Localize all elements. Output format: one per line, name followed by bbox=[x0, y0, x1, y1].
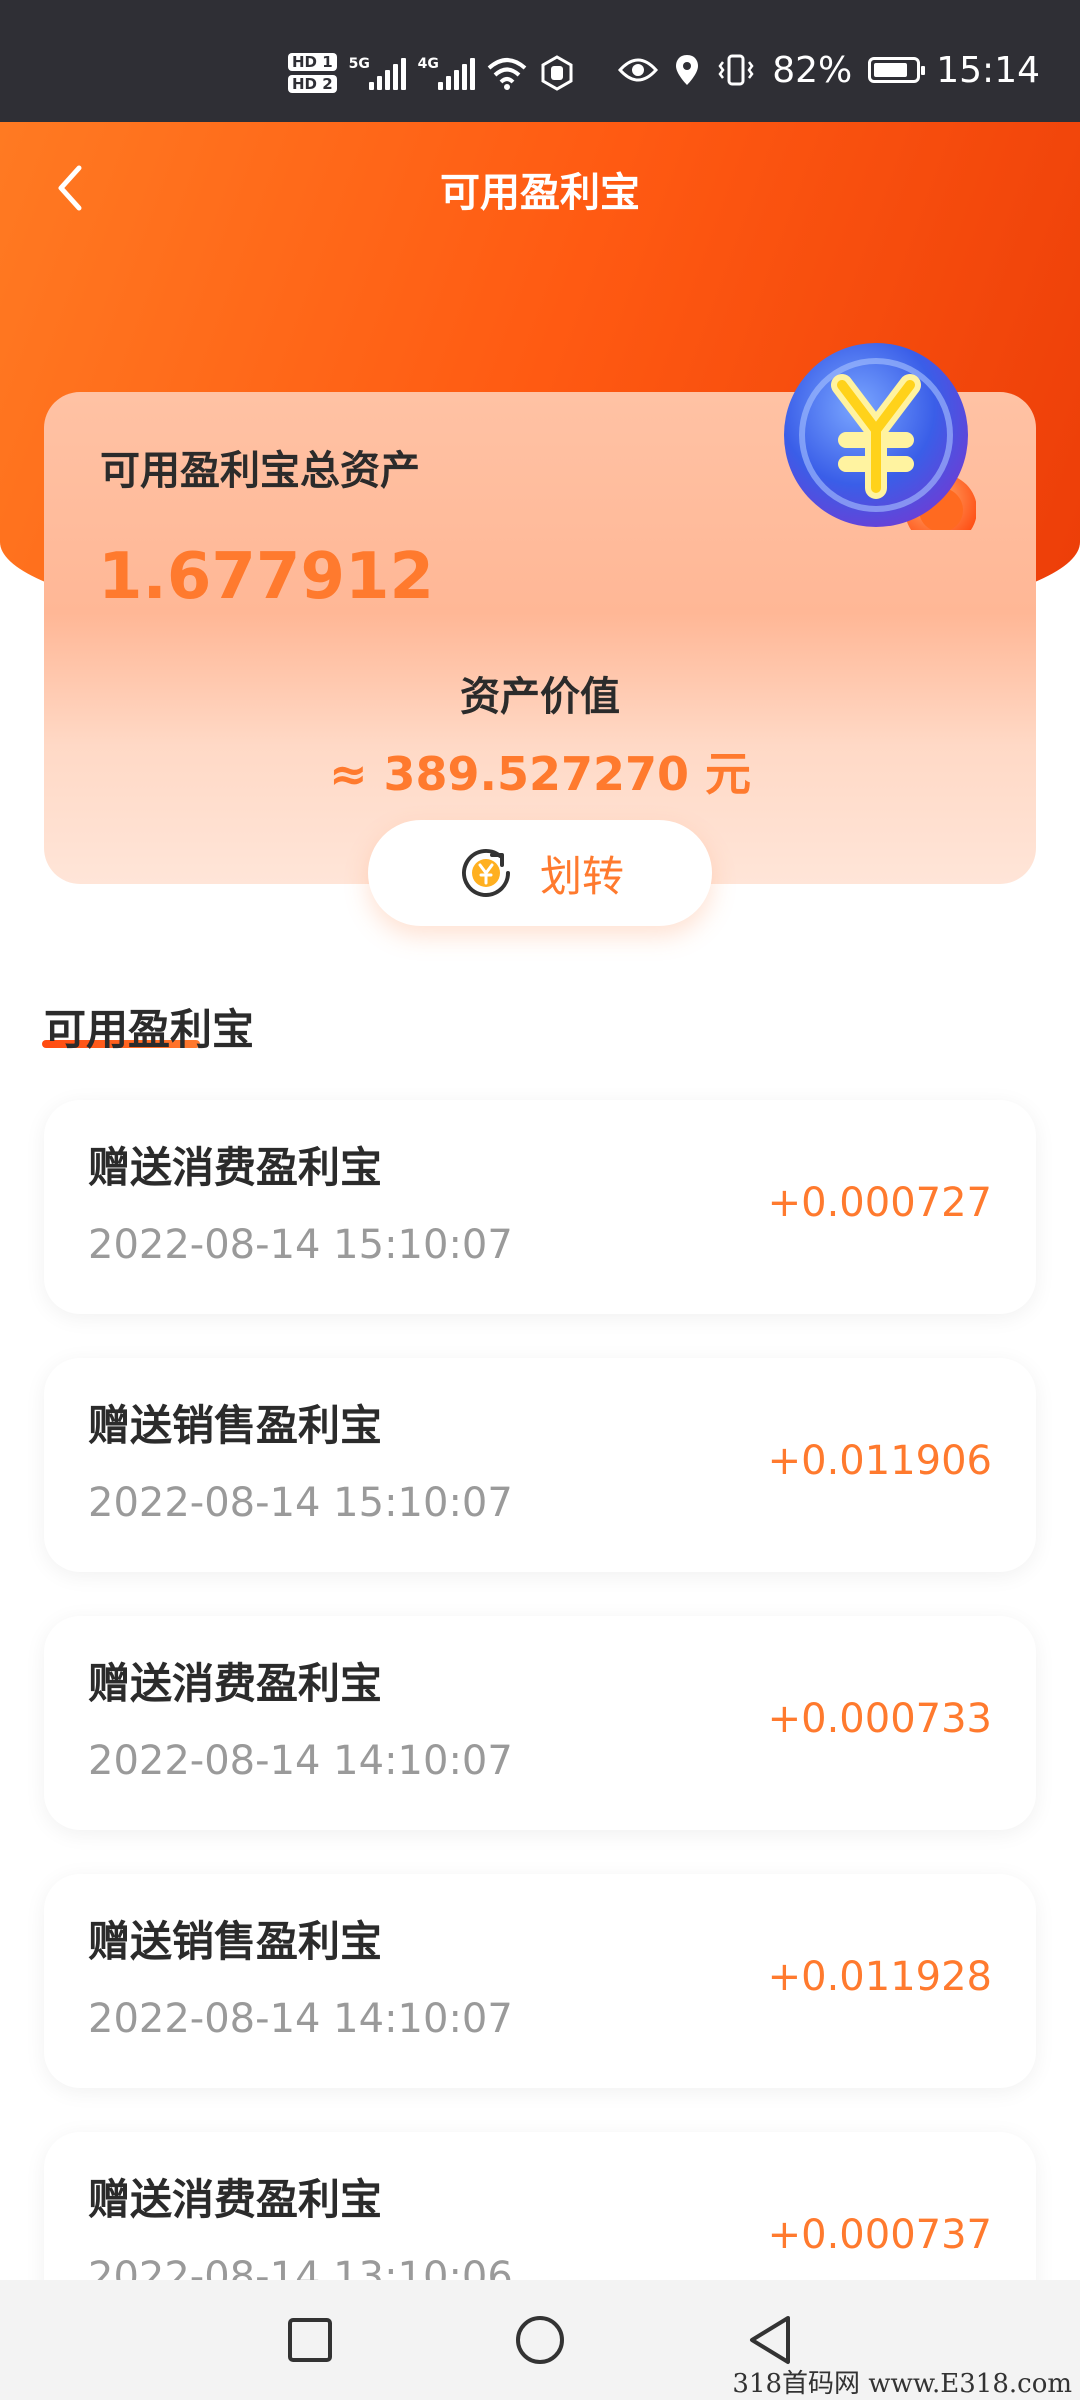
signal-5g-icon: 5G bbox=[349, 56, 406, 90]
status-left: HD 1 HD 2 5G 4G bbox=[288, 48, 575, 98]
record-time: 2022-08-14 14:10:07 bbox=[88, 1738, 513, 1784]
asset-value-amount: ≈ 389.527270 元 bbox=[328, 747, 752, 801]
eye-icon bbox=[618, 58, 659, 82]
record-amount: +0.011928 bbox=[767, 1954, 992, 2000]
home-button[interactable] bbox=[506, 2306, 574, 2374]
list-item[interactable]: 赠送销售盈利宝 2022-08-14 15:10:07 +0.011906 bbox=[44, 1358, 1036, 1572]
record-time: 2022-08-14 14:10:07 bbox=[88, 1996, 513, 2042]
record-time: 2022-08-14 15:10:07 bbox=[88, 1480, 513, 1526]
net1-label: 5G bbox=[348, 56, 370, 72]
circle-icon bbox=[516, 2316, 564, 2364]
wifi-icon bbox=[487, 58, 526, 90]
record-title: 赠送消费盈利宝 bbox=[88, 1143, 383, 1192]
record-amount: +0.000727 bbox=[767, 1180, 992, 1226]
hd2-badge: HD 2 bbox=[288, 75, 337, 93]
record-title: 赠送销售盈利宝 bbox=[88, 1401, 383, 1450]
status-time: 15:14 bbox=[936, 49, 1040, 91]
watermark-text: 318首码网 www.E318.com bbox=[732, 2369, 1072, 2399]
signal-4g-icon: 4G bbox=[418, 56, 475, 90]
battery-fill bbox=[874, 63, 908, 77]
hand-icon bbox=[541, 55, 573, 91]
record-title: 赠送消费盈利宝 bbox=[88, 2175, 383, 2224]
battery-percent: 82% bbox=[772, 49, 853, 91]
record-title: 赠送销售盈利宝 bbox=[88, 1917, 383, 1966]
record-time: 2022-08-14 15:10:07 bbox=[88, 1222, 513, 1268]
asset-value-label: 资产价值 bbox=[460, 674, 620, 720]
recent-apps-button[interactable] bbox=[276, 2306, 344, 2374]
square-icon bbox=[288, 2318, 332, 2362]
yuan-coin-icon bbox=[784, 343, 976, 530]
status-right: 82% 15:14 bbox=[618, 40, 1040, 100]
record-amount: +0.000737 bbox=[767, 2212, 992, 2258]
record-title: 赠送消费盈利宝 bbox=[88, 1659, 383, 1708]
location-icon bbox=[676, 55, 699, 85]
vibrate-icon bbox=[718, 54, 754, 86]
triangle-back-icon bbox=[750, 2316, 790, 2364]
total-asset-amount: 1.677912 bbox=[98, 540, 435, 614]
net2-label: 4G bbox=[417, 56, 439, 72]
transfer-button[interactable]: 划转 bbox=[368, 820, 712, 926]
yuan-transfer-icon bbox=[461, 848, 510, 897]
hd1-badge: HD 1 bbox=[288, 53, 337, 71]
list-item[interactable]: 赠送消费盈利宝 2022-08-14 14:10:07 +0.000733 bbox=[44, 1616, 1036, 1830]
list-item[interactable]: 赠送消费盈利宝 2022-08-14 15:10:07 +0.000727 bbox=[44, 1100, 1036, 1314]
system-nav-bar: 318首码网 www.E318.com bbox=[0, 2280, 1080, 2400]
battery-icon bbox=[868, 57, 926, 83]
hd-badges: HD 1 HD 2 bbox=[288, 53, 337, 93]
records-list: 赠送消费盈利宝 2022-08-14 15:10:07 +0.000727 赠送… bbox=[44, 1100, 1036, 2390]
status-bar: HD 1 HD 2 5G 4G 82% 15:14 bbox=[0, 0, 1080, 122]
page-title: 可用盈利宝 bbox=[440, 170, 640, 216]
asset-card-title: 可用盈利宝总资产 bbox=[100, 448, 420, 494]
record-amount: +0.011906 bbox=[767, 1438, 992, 1484]
section-title: 可用盈利宝 bbox=[44, 1005, 255, 1054]
transfer-label: 划转 bbox=[539, 851, 624, 901]
list-item[interactable]: 赠送销售盈利宝 2022-08-14 14:10:07 +0.011928 bbox=[44, 1874, 1036, 2088]
record-amount: +0.000733 bbox=[767, 1696, 992, 1742]
